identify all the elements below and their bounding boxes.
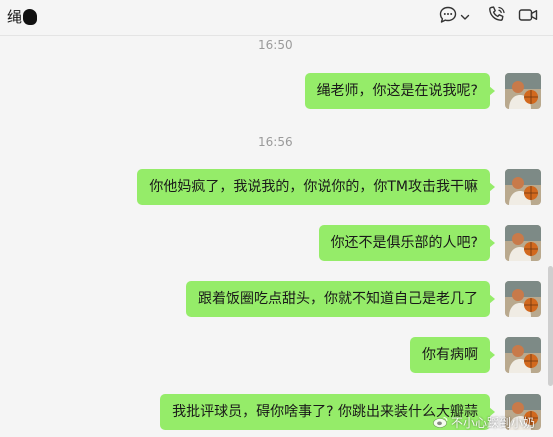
chevron-down-icon (459, 8, 471, 27)
message-bubble[interactable]: 你有病啊 (410, 337, 495, 373)
phone-call-icon (486, 4, 508, 30)
avatar[interactable] (505, 337, 541, 373)
scrollbar[interactable] (548, 266, 553, 386)
message-bubble[interactable]: 你他妈疯了，我说我的，你说你的，你TM攻击我干嘛 (137, 169, 495, 205)
watermark: 不小心踩到小奶 (433, 414, 535, 431)
video-call-button[interactable] (517, 6, 539, 28)
chat-bubble-icon (438, 5, 458, 29)
message-bubble[interactable]: 你还不是俱乐部的人吧? (318, 225, 496, 261)
message-bubble[interactable]: 跟着饭圈吃点甜头，你就不知道自己是老几了 (186, 281, 495, 317)
message-bubble[interactable]: 绳老师，你这是在说我呢? (304, 73, 496, 109)
weibo-icon (433, 415, 449, 431)
avatar[interactable] (505, 169, 541, 205)
more-options-dropdown[interactable] (459, 6, 471, 28)
chat-header: 绳 (0, 0, 553, 36)
redacted-name (23, 9, 38, 25)
timestamp: 16:56 (258, 135, 293, 149)
message-list[interactable]: 16:50 绳老师，你这是在说我呢? 16:56 你他妈疯了，我说我的，你说你的… (0, 36, 553, 437)
avatar[interactable] (505, 225, 541, 261)
video-camera-icon (517, 4, 539, 30)
avatar[interactable] (505, 281, 541, 317)
chat-title: 绳 (7, 7, 38, 27)
voice-call-button[interactable] (486, 6, 508, 28)
timestamp: 16:50 (258, 38, 293, 52)
avatar[interactable] (505, 73, 541, 109)
chat-bubble-button[interactable] (438, 6, 458, 28)
chat-title-text: 绳 (7, 8, 23, 26)
chat-window: 绳 16:50 绳老师，你这是在说我呢? 16:56 你他妈疯了，我说我的，你说… (0, 0, 553, 437)
watermark-text: 不小心踩到小奶 (451, 416, 536, 430)
